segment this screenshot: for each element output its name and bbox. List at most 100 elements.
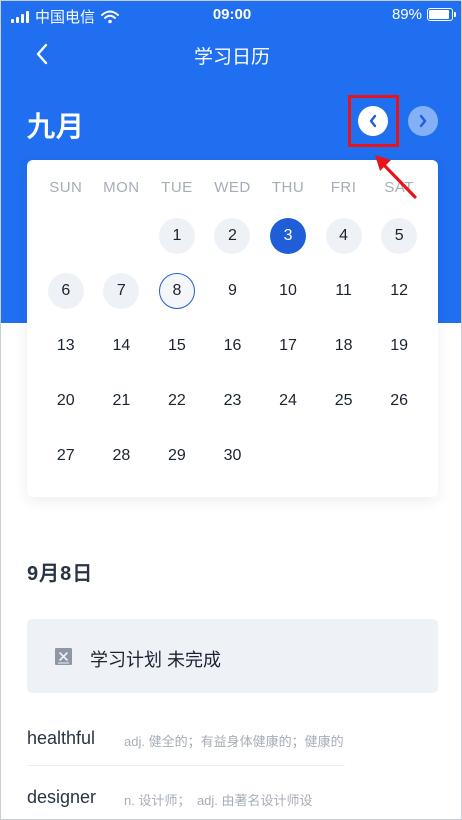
selected-date-heading: 9月8日 [27,563,94,585]
calendar-day[interactable]: 2 [205,218,261,254]
calendar-day[interactable]: 1 [149,218,205,254]
word-text: healthful [27,728,96,748]
calendar-empty-cell [38,218,94,254]
calendar-day[interactable]: 17 [260,328,316,364]
day-number: 29 [168,447,186,464]
day-number: 14 [112,337,131,354]
weekday-label: WED [214,179,251,196]
annotation-arrow-icon [375,155,417,199]
calendar-week-row: 27 28 29 30 [38,438,427,493]
word-meaning: adj. 健全的；有益身体健康的；健康的 [124,734,344,749]
calendar-day[interactable]: 11 [316,273,372,309]
calendar-day[interactable]: 28 [94,438,150,474]
calendar-day[interactable]: 4 [316,218,372,254]
word-item[interactable]: designer n. 设计师； adj. 由著名设计师设 [27,767,345,819]
app-screen: 中国电信 09:00 89% 学习日历 九月 SUN MON TUE WED T… [0,0,462,820]
day-number: 2 [214,218,251,254]
day-number: 24 [279,392,297,409]
day-number: 4 [325,218,362,254]
calendar-day[interactable]: 22 [149,383,205,419]
calendar-day[interactable]: 26 [371,383,427,419]
day-number: 18 [334,337,353,354]
day-number: 23 [223,392,242,409]
calendar-day[interactable]: 16 [205,328,261,364]
battery-icon [427,8,456,21]
day-number: 6 [47,273,84,309]
calendar-week-row: 13 14 15 16 17 18 19 [38,328,427,383]
calendar-day[interactable]: 29 [149,438,205,474]
day-number: 20 [56,392,75,409]
weekday-label: FRI [330,179,357,196]
day-number: 1 [158,218,195,254]
next-month-button[interactable] [408,106,438,136]
calendar-day[interactable]: 24 [260,383,316,419]
day-number: 27 [56,447,75,464]
calendar-day[interactable]: 7 [94,273,150,309]
study-plan-status[interactable]: 学习计划 未完成 [27,619,438,693]
calendar-week-row: 20 21 22 23 24 25 26 [38,383,427,438]
calendar-week-row: 12345 [38,218,427,273]
chevron-right-icon [419,114,427,128]
battery-percent: 89% [391,6,422,23]
calendar-day[interactable]: 21 [94,383,150,419]
day-number: 5 [381,218,418,254]
weekday-label: MON [103,179,140,196]
calendar-week-row: 6 7 8 9 10 11 12 [38,273,427,328]
calendar-day[interactable]: 30 [205,438,261,474]
calendar-day[interactable]: 5 [371,218,427,254]
status-right: 89% [391,6,456,23]
prev-month-button[interactable] [358,106,388,136]
calendar-day[interactable]: 20 [38,383,94,419]
chevron-left-icon [369,114,377,128]
nav-bar: 学习日历 [1,29,461,79]
word-meaning: n. 设计师； adj. 由著名设计师设 [124,793,313,808]
calendar-day[interactable]: 18 [316,328,372,364]
calendar-day[interactable]: 23 [205,383,261,419]
calendar-day[interactable]: 6 [38,273,94,309]
calendar-empty-cell [260,438,316,474]
calendar-day[interactable]: 13 [38,328,94,364]
incomplete-box-icon [55,648,72,665]
weekday-label: SUN [49,179,83,196]
day-number: 8 [158,273,195,309]
month-header: 九月 [1,95,461,153]
month-title: 九月 [27,111,86,142]
day-number: 22 [168,392,186,409]
day-number: 12 [390,282,409,299]
day-number: 17 [279,337,297,354]
calendar-empty-cell [94,218,150,254]
day-number: 25 [334,392,353,409]
calendar-grid: 1 2 3 4 5 6 7 8 9 10 11 12 13 14 15 16 17 18 19 20 21 22 23 24 2… [38,218,427,493]
calendar-day[interactable]: 15 [149,328,205,364]
day-number: 15 [168,337,186,354]
calendar-empty-cell [371,438,427,474]
word-item[interactable]: healthful adj. 健全的；有益身体健康的；健康的 [27,708,345,766]
page-title: 学习日历 [193,47,270,68]
day-number: 21 [112,392,131,409]
calendar-day[interactable]: 3 [260,218,316,254]
day-number: 3 [270,218,307,254]
day-number: 10 [279,282,297,299]
calendar-day[interactable]: 25 [316,383,372,419]
day-number: 11 [335,282,352,299]
calendar-day[interactable]: 12 [371,273,427,309]
calendar-day[interactable]: 27 [38,438,94,474]
day-number: 30 [223,447,242,464]
day-number: 9 [228,282,237,299]
calendar-day[interactable]: 9 [205,273,261,309]
weekday-label: TUE [161,179,193,196]
day-number: 19 [390,337,409,354]
calendar-day[interactable]: 14 [94,328,150,364]
plan-status-text: 学习计划 未完成 [90,650,222,670]
status-bar: 中国电信 09:00 89% [1,1,461,29]
weekday-label: THU [271,179,305,196]
day-number: 7 [103,273,140,309]
day-number: 28 [112,447,131,464]
day-number: 26 [390,392,409,409]
day-number: 16 [223,337,242,354]
calendar-empty-cell [316,438,372,474]
calendar-day[interactable]: 19 [371,328,427,364]
day-number: 13 [56,337,75,354]
calendar-day[interactable]: 8 [149,273,205,309]
calendar-day[interactable]: 10 [260,273,316,309]
